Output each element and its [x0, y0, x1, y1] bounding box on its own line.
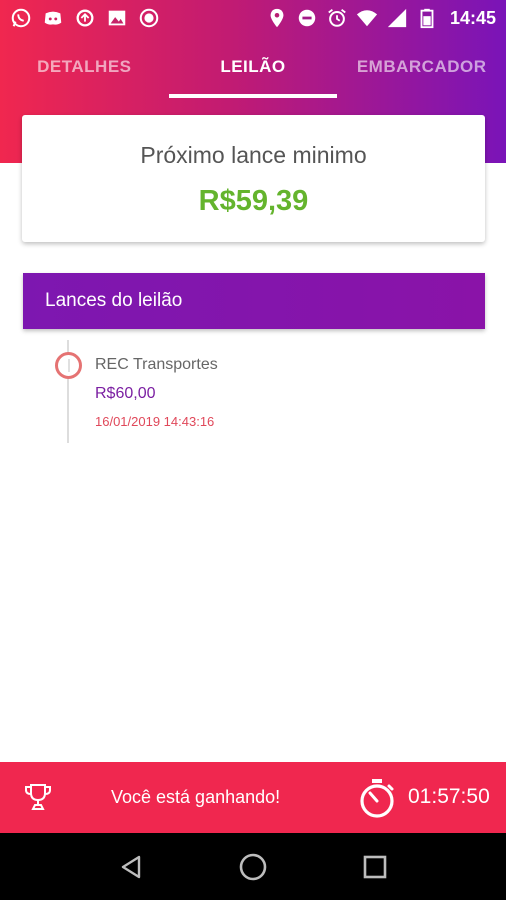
- alarm-icon: [326, 7, 348, 29]
- tab-embarcador[interactable]: EMBARCADOR: [337, 36, 506, 98]
- next-bid-value: R$59,39: [198, 185, 309, 217]
- auction-status-bar: Você está ganhando! 01:57:50: [0, 762, 506, 833]
- image-icon: [106, 7, 128, 29]
- bid-date: 16/01/2019 14:43:16: [95, 414, 215, 429]
- tab-detalhes[interactable]: DETALHES: [0, 36, 169, 98]
- bids-section-title: Lances do leilão: [45, 290, 183, 311]
- back-button[interactable]: [111, 847, 151, 887]
- recents-square-icon: [363, 855, 387, 878]
- whatsapp-icon: [10, 7, 32, 29]
- recents-button[interactable]: [355, 847, 395, 887]
- battery-icon: [416, 7, 438, 29]
- home-button[interactable]: [233, 847, 273, 887]
- do-not-disturb-icon: [296, 7, 318, 29]
- timer-icon: [360, 779, 394, 818]
- bid-amount: R$60,00: [95, 385, 156, 402]
- next-bid-title: Próximo lance minimo: [140, 142, 367, 168]
- tab-leilao[interactable]: LEILÃO: [168, 36, 338, 98]
- location-icon: [266, 7, 288, 29]
- timeline-dot-icon: [55, 352, 82, 379]
- tab-bar: DETALHES LEILÃO EMBARCADOR: [0, 36, 506, 98]
- next-bid-card: Próximo lance minimo R$59,39: [22, 115, 485, 242]
- signal-icon: [386, 7, 408, 29]
- winning-status-text: Você está ganhando!: [111, 787, 281, 807]
- system-nav-bar: [0, 833, 506, 900]
- status-clock: 14:45: [449, 7, 496, 28]
- record-icon: [138, 7, 160, 29]
- bids-section-header: Lances do leilão: [23, 273, 485, 329]
- back-triangle-icon: [121, 855, 141, 878]
- auction-timer: 01:57:50: [408, 785, 490, 808]
- status-bar: 14:45: [0, 0, 506, 36]
- list-item: REC Transportes R$60,00 16/01/2019 14:43…: [95, 356, 218, 429]
- home-circle-icon: [239, 853, 267, 880]
- discord-icon: [42, 7, 64, 29]
- screen: 14:45 DETALHES LEILÃO EMBARCADOR Próximo…: [0, 0, 506, 900]
- trophy-icon: [25, 784, 51, 810]
- bid-company: REC Transportes: [95, 356, 218, 373]
- sync-icon: [74, 7, 96, 29]
- wifi-icon: [356, 7, 378, 29]
